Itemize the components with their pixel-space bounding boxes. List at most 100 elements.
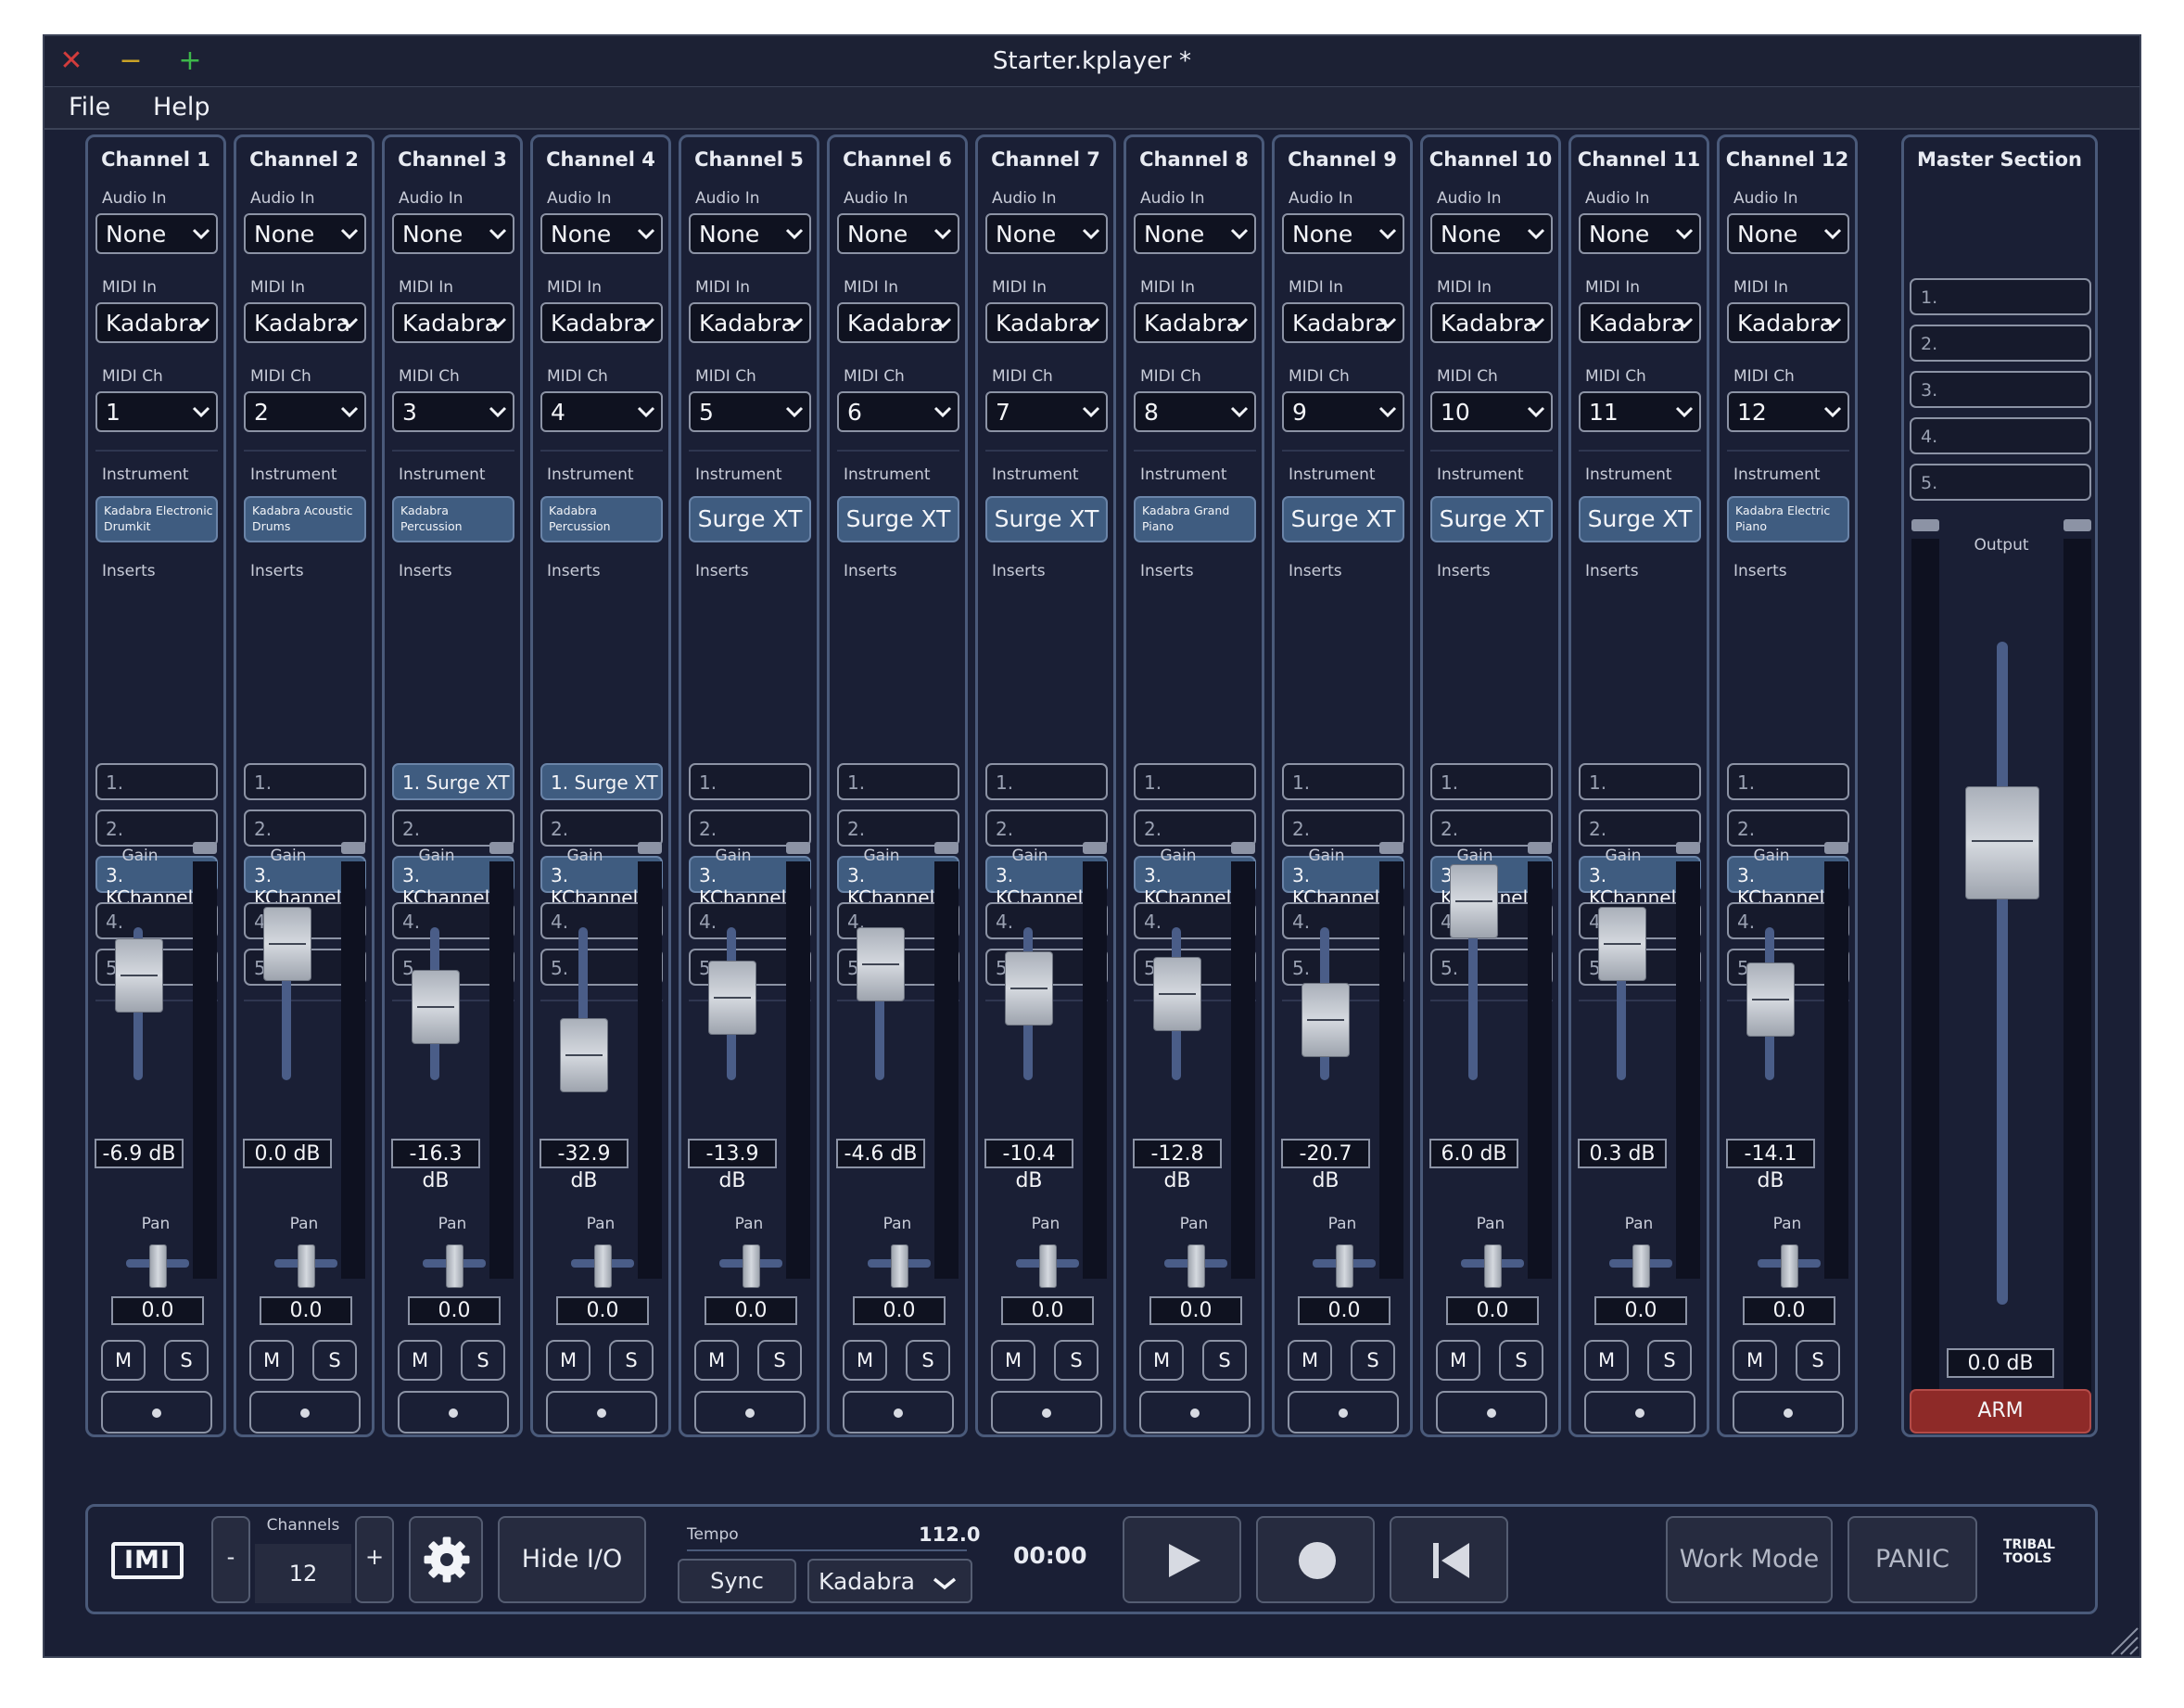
gain-value[interactable]: -12.8 dB [1133, 1139, 1222, 1192]
midi-ch-dropdown[interactable]: 10 [1430, 391, 1553, 432]
insert-slot[interactable]: 1. [689, 763, 811, 800]
insert-slot[interactable]: 1. Surge XT [392, 763, 514, 800]
rewind-button[interactable] [1390, 1516, 1508, 1603]
pan-slider-knob[interactable] [891, 1244, 908, 1288]
pan-value[interactable]: 0.0 [1594, 1296, 1687, 1325]
audio-in-dropdown[interactable]: None [985, 213, 1108, 254]
midi-ch-dropdown[interactable]: 11 [1579, 391, 1701, 432]
record-arm-button[interactable] [1288, 1391, 1399, 1434]
panic-button[interactable]: PANIC [1848, 1516, 1977, 1603]
master-fader-knob[interactable] [1965, 786, 2039, 899]
midi-ch-dropdown[interactable]: 9 [1282, 391, 1404, 432]
gain-value[interactable]: 6.0 dB [1429, 1139, 1518, 1168]
master-insert-slot[interactable]: 5. [1910, 464, 2091, 501]
gain-value[interactable]: -13.9 dB [688, 1139, 777, 1192]
record-arm-button[interactable] [546, 1391, 657, 1434]
solo-button[interactable]: S [906, 1340, 950, 1381]
midi-ch-dropdown[interactable]: 5 [689, 391, 811, 432]
gain-value[interactable]: -16.3 dB [391, 1139, 480, 1192]
midi-in-dropdown[interactable]: Kadabra [1134, 302, 1256, 343]
solo-button[interactable]: S [461, 1340, 505, 1381]
record-arm-button[interactable] [398, 1391, 509, 1434]
insert-slot[interactable]: 2. [244, 809, 366, 847]
menu-help[interactable]: Help [153, 93, 210, 121]
pan-value[interactable]: 0.0 [705, 1296, 797, 1325]
insert-slot[interactable]: 1. [1579, 763, 1701, 800]
audio-in-dropdown[interactable]: None [1282, 213, 1404, 254]
mute-button[interactable]: M [1288, 1340, 1332, 1381]
insert-slot[interactable]: 1. [985, 763, 1108, 800]
midi-in-dropdown[interactable]: Kadabra [1727, 302, 1849, 343]
solo-button[interactable]: S [757, 1340, 802, 1381]
midi-in-dropdown[interactable]: Kadabra [985, 302, 1108, 343]
record-arm-button[interactable] [694, 1391, 806, 1434]
record-arm-button[interactable] [991, 1391, 1102, 1434]
gain-fader-knob[interactable] [1302, 983, 1350, 1057]
midi-ch-dropdown[interactable]: 12 [1727, 391, 1849, 432]
audio-in-dropdown[interactable]: None [1134, 213, 1256, 254]
mute-button[interactable]: M [546, 1340, 590, 1381]
solo-button[interactable]: S [1796, 1340, 1840, 1381]
record-button[interactable] [1256, 1516, 1375, 1603]
pan-value[interactable]: 0.0 [1743, 1296, 1835, 1325]
midi-in-dropdown[interactable]: Kadabra [540, 302, 663, 343]
midi-ch-dropdown[interactable]: 2 [244, 391, 366, 432]
mute-button[interactable]: M [991, 1340, 1035, 1381]
audio-in-dropdown[interactable]: None [540, 213, 663, 254]
pan-slider-knob[interactable] [298, 1244, 315, 1288]
audio-in-dropdown[interactable]: None [689, 213, 811, 254]
insert-slot[interactable]: 1. [1727, 763, 1849, 800]
insert-slot[interactable]: 2. [837, 809, 959, 847]
instrument-button[interactable]: Surge XT [1579, 496, 1701, 542]
gain-value[interactable]: -10.4 dB [984, 1139, 1073, 1192]
instrument-button[interactable]: Kadabra Electronic Drumkit [95, 496, 218, 542]
gain-value[interactable]: -32.9 dB [540, 1139, 629, 1192]
insert-slot[interactable]: 2. [1430, 809, 1553, 847]
sync-source-dropdown[interactable]: Kadabra [807, 1559, 972, 1603]
solo-button[interactable]: S [1202, 1340, 1247, 1381]
audio-in-dropdown[interactable]: None [837, 213, 959, 254]
record-arm-button[interactable] [1436, 1391, 1547, 1434]
record-arm-button[interactable] [1139, 1391, 1251, 1434]
gain-fader-knob[interactable] [708, 961, 756, 1035]
gain-fader-knob[interactable] [857, 927, 905, 1001]
midi-ch-dropdown[interactable]: 7 [985, 391, 1108, 432]
master-insert-slot[interactable]: 3. [1910, 371, 2091, 408]
gain-value[interactable]: -14.1 dB [1726, 1139, 1815, 1192]
gain-fader-knob[interactable] [115, 938, 163, 1013]
pan-value[interactable]: 0.0 [1446, 1296, 1539, 1325]
gain-fader-knob[interactable] [1598, 907, 1646, 981]
insert-slot[interactable]: 1. [244, 763, 366, 800]
mute-button[interactable]: M [694, 1340, 739, 1381]
pan-slider-knob[interactable] [594, 1244, 612, 1288]
instrument-button[interactable]: Kadabra Acoustic Drums [244, 496, 366, 542]
sync-button[interactable]: Sync [678, 1559, 796, 1603]
master-insert-slot[interactable]: 4. [1910, 417, 2091, 454]
solo-button[interactable]: S [1647, 1340, 1692, 1381]
midi-in-dropdown[interactable]: Kadabra [837, 302, 959, 343]
master-fader-track[interactable] [1997, 642, 2008, 1305]
pan-slider-knob[interactable] [1484, 1244, 1502, 1288]
midi-ch-dropdown[interactable]: 3 [392, 391, 514, 432]
pan-slider-knob[interactable] [1781, 1244, 1798, 1288]
midi-in-dropdown[interactable]: Kadabra [1579, 302, 1701, 343]
gain-fader-knob[interactable] [1005, 951, 1053, 1026]
gain-fader-track[interactable] [1468, 927, 1478, 1080]
pan-slider-knob[interactable] [1632, 1244, 1650, 1288]
insert-slot[interactable]: 1. [1430, 763, 1553, 800]
insert-slot[interactable]: 2. [392, 809, 514, 847]
menu-file[interactable]: File [69, 93, 110, 121]
midi-in-dropdown[interactable]: Kadabra [392, 302, 514, 343]
pan-slider-knob[interactable] [149, 1244, 167, 1288]
gain-fader-knob[interactable] [560, 1018, 608, 1092]
gain-fader-knob[interactable] [1450, 864, 1498, 938]
instrument-button[interactable]: Surge XT [985, 496, 1108, 542]
solo-button[interactable]: S [609, 1340, 654, 1381]
instrument-button[interactable]: Kadabra Percussion [392, 496, 514, 542]
pan-value[interactable]: 0.0 [853, 1296, 946, 1325]
resize-grip-icon[interactable] [2106, 1623, 2140, 1656]
mute-button[interactable]: M [101, 1340, 146, 1381]
gain-value[interactable]: -4.6 dB [836, 1139, 925, 1168]
mute-button[interactable]: M [1584, 1340, 1629, 1381]
insert-slot[interactable]: 2. [689, 809, 811, 847]
